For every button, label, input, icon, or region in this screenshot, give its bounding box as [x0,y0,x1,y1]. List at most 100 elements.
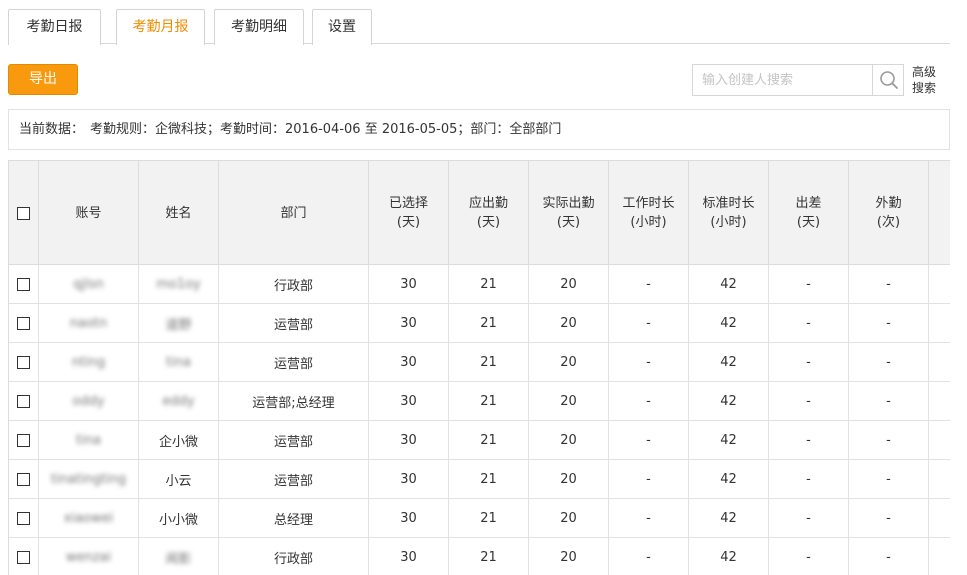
cell-name: 闻影 [139,538,219,575]
cell-field-text: - [886,549,891,565]
cell-check [9,304,39,342]
search-icon [880,71,898,89]
cell-due: 21 [449,421,529,459]
row-checkbox[interactable] [17,316,30,330]
cell-field-text: - [886,471,891,487]
cell-field: - [849,382,929,420]
cell-dept: 行政部 [219,265,369,303]
tab-daily-report[interactable]: 考勤日报 [8,9,101,45]
cell-selected-text: 30 [400,315,417,331]
header-dept-label: 部门 [280,205,307,221]
cell-dept-text: 运营部 [273,434,313,450]
cell-selected: 30 [369,460,449,498]
tab-monthly-report[interactable]: 考勤月报 [116,9,205,46]
cell-dept: 行政部 [219,538,369,575]
cell-work-hours: - [609,265,689,303]
cell-std-hours: 42 [689,421,769,459]
table-row[interactable]: tina 企小微 运营部 30 21 20 - 42 - - [9,421,950,460]
header-work-hours: 工作时长 (小时) [609,161,689,265]
cell-std-hours-text: 42 [720,510,737,526]
header-work-hours-label: 工作时长 [622,196,675,211]
cell-account: qjlsn [39,265,139,303]
cell-account: xiaowei [39,499,139,537]
cell-field-text: - [886,510,891,526]
cell-std-hours-text: 42 [720,354,737,370]
tab-monthly-report-label: 考勤月报 [132,19,189,35]
cell-actual-text: 20 [560,315,577,331]
row-checkbox[interactable] [17,472,30,486]
search-box [692,64,904,96]
table-row[interactable]: tinatingting 小云 运营部 30 21 20 - 42 - - [9,460,950,499]
search-button[interactable] [872,65,904,95]
cell-std-hours: 42 [689,382,769,420]
cell-account-text: tinatingting [50,471,127,487]
table-row[interactable]: oddy eddy 运营部;总经理 30 21 20 - 42 - - [9,382,950,421]
tab-detail[interactable]: 考勤明细 [214,9,304,45]
cell-std-hours: 42 [689,343,769,381]
header-due: 应出勤 (天) [449,161,529,265]
cell-due: 21 [449,343,529,381]
row-checkbox[interactable] [17,433,30,447]
tab-settings[interactable]: 设置 [312,9,372,45]
row-checkbox[interactable] [17,355,30,369]
table-row[interactable]: qjlsn mo1oy 行政部 30 21 20 - 42 - - [9,265,950,304]
cell-check [9,499,39,537]
header-selected: 已选择 (天) [369,161,449,265]
header-account-label: 账号 [75,205,102,221]
cell-actual-text: 20 [560,549,577,565]
select-all-checkbox[interactable] [17,206,30,220]
cell-dept: 运营部;总经理 [219,382,369,420]
table-row[interactable]: nting tina 运营部 30 21 20 - 42 - - [9,343,950,382]
export-button-label: 导出 [29,71,57,87]
cell-actual-text: 20 [560,354,577,370]
cell-actual: 20 [529,343,609,381]
cell-work-hours-text: - [646,549,651,565]
row-checkbox[interactable] [17,511,30,525]
advanced-search-link[interactable]: 高级 搜索 [912,64,946,96]
table-row[interactable]: wenzai 闻影 行政部 30 21 20 - 42 - - [9,538,950,575]
cell-dept-text: 运营部 [273,356,313,372]
search-input[interactable] [693,65,871,95]
cell-trip-text: - [806,315,811,331]
cell-account: tinatingting [39,460,139,498]
cell-work-hours-text: - [646,393,651,409]
cell-actual-text: 20 [560,471,577,487]
table-row[interactable]: xiaowei 小小微 总经理 30 21 20 - 42 - - [9,499,950,538]
cell-work-hours: - [609,304,689,342]
row-checkbox[interactable] [17,550,30,564]
cell-actual: 20 [529,460,609,498]
cell-account-text: qjlsn [73,276,104,292]
cell-work-hours: - [609,421,689,459]
cell-name: 小小微 [139,499,219,537]
header-std-hours: 标准时长 (小时) [689,161,769,265]
cell-name: tina [139,343,219,381]
monthly-report-table: 账号 姓名 部门 已选择 (天) 应出勤 (天) 实际出勤 (天) 工作时长 (小时) … [8,160,950,575]
cell-work-hours: - [609,343,689,381]
cell-field-text: - [886,276,891,292]
cell-check [9,421,39,459]
cell-more [929,460,950,498]
cell-due: 21 [449,499,529,537]
cell-due-text: 21 [480,471,497,487]
cell-actual: 20 [529,499,609,537]
cell-actual-text: 20 [560,393,577,409]
cell-more [929,304,950,342]
table-row[interactable]: naotn 道野 运营部 30 21 20 - 42 - - [9,304,950,343]
cell-dept-text: 运营部 [273,473,313,489]
advanced-search-line1: 高级 [912,65,937,79]
cell-std-hours-text: 42 [720,315,737,331]
cell-trip-text: - [806,354,811,370]
cell-actual: 20 [529,382,609,420]
header-trip: 出差 (天) [769,161,849,265]
cell-actual: 20 [529,265,609,303]
cell-due-text: 21 [480,393,497,409]
cell-std-hours-text: 42 [720,549,737,565]
row-checkbox[interactable] [17,394,30,408]
cell-more [929,499,950,537]
row-checkbox[interactable] [17,277,30,291]
cell-selected-text: 30 [400,549,417,565]
cell-field-text: - [886,432,891,448]
cell-dept-text: 运营部 [273,317,313,333]
cell-trip-text: - [806,471,811,487]
export-button[interactable]: 导出 [8,64,78,95]
